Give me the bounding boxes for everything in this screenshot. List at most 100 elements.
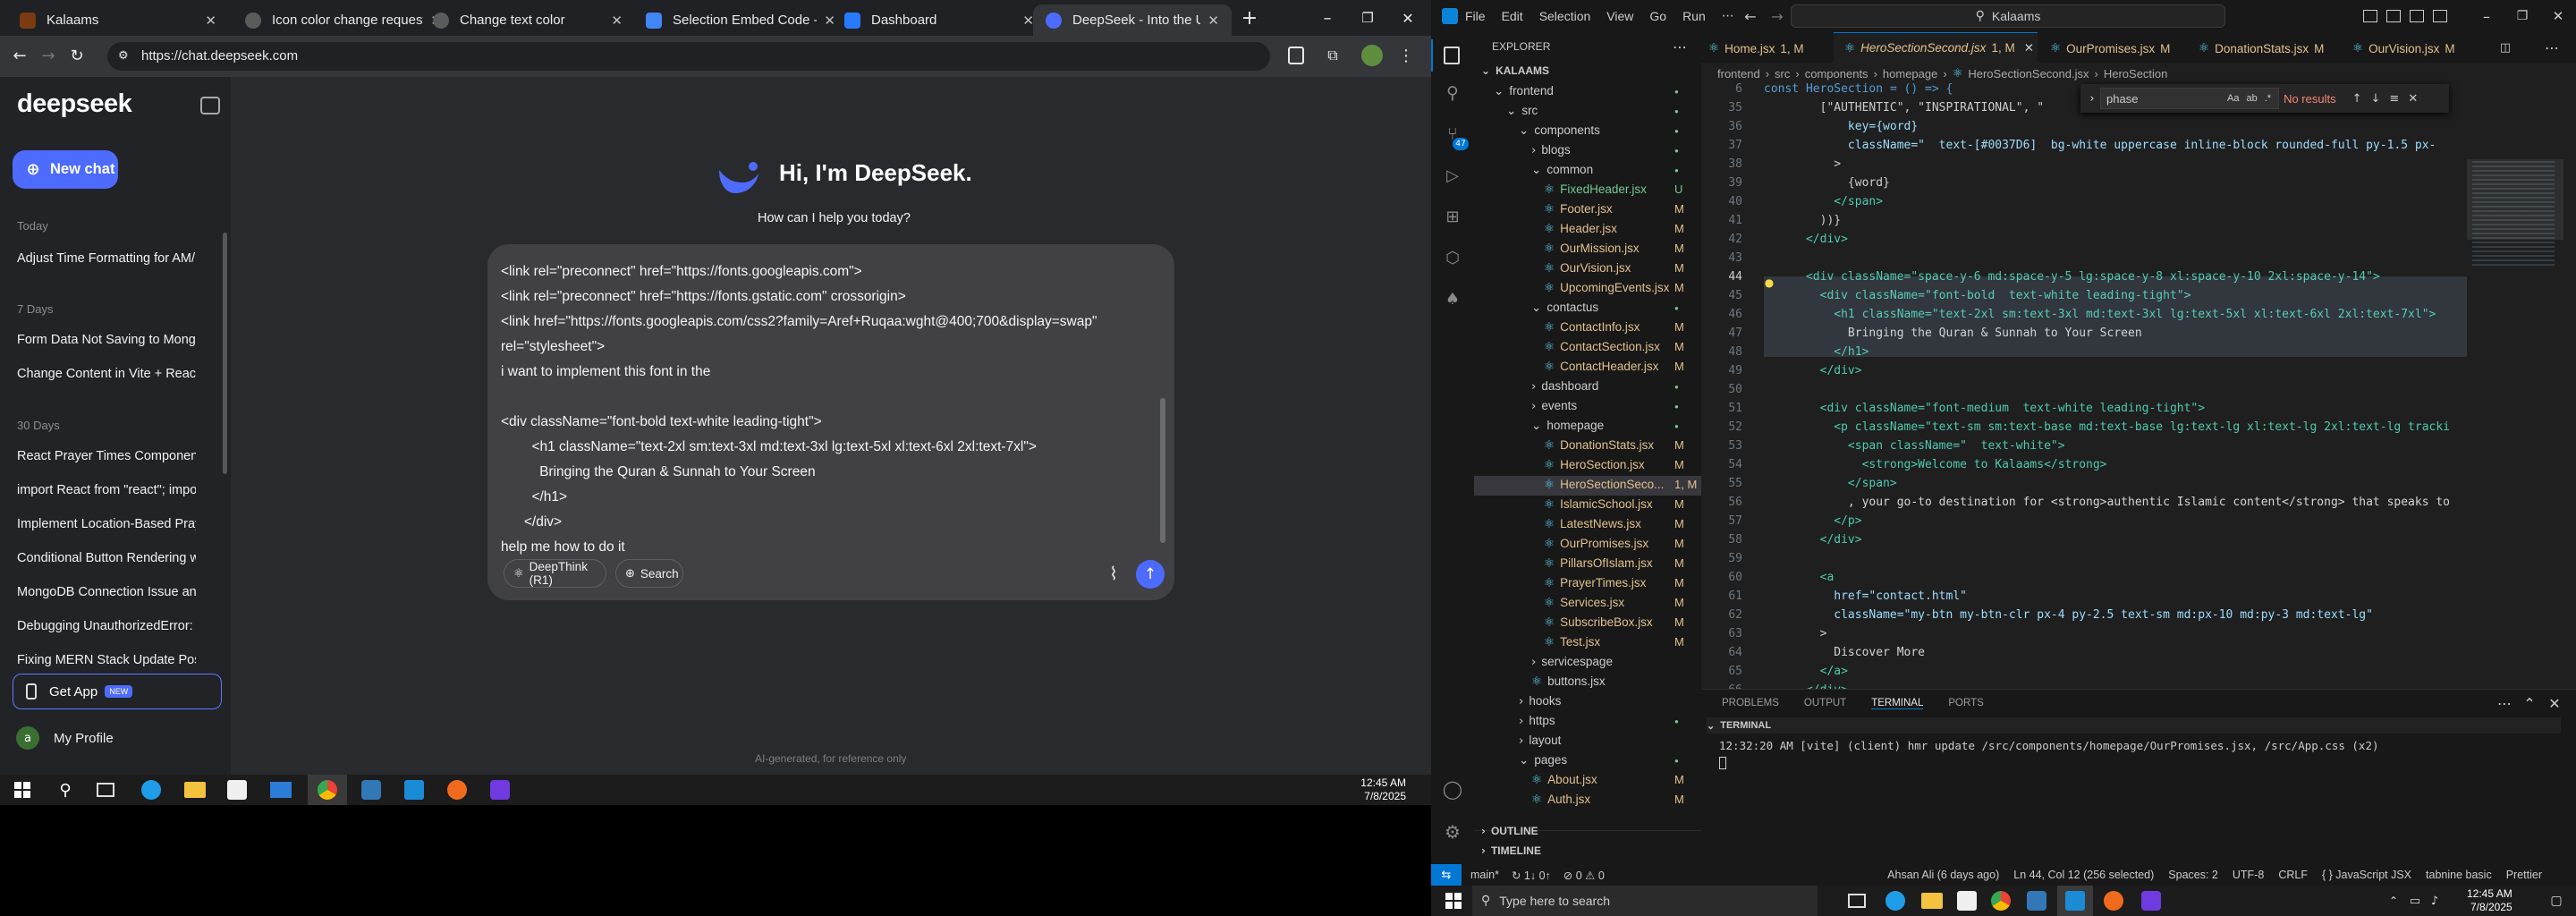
tree-folder[interactable]: ⌄ common	[1531, 163, 1593, 177]
volume-icon[interactable]: ♪	[2426, 891, 2444, 911]
chrome-tab-active[interactable]: DeepSeek - Into the Unknow✕	[1033, 4, 1232, 36]
collapse-sidebar-icon[interactable]	[200, 97, 220, 114]
git-sync[interactable]: ↻ 1↓ 0↑	[1512, 869, 1551, 882]
more-menu-icon[interactable]: ⋮	[1395, 43, 1417, 68]
restore-icon[interactable]: ❐	[2512, 5, 2533, 27]
menu-run[interactable]: Run	[1682, 9, 1706, 23]
menu-edit[interactable]: Edit	[1502, 9, 1523, 23]
code-line[interactable]: {word}	[1764, 176, 2462, 190]
editor-tab-active[interactable]: ⚛ HeroSectionSecond.jsx 1, M ✕	[1834, 32, 2038, 63]
history-item[interactable]: React Prayer Times Component I	[17, 449, 196, 463]
vscode-icon[interactable]	[404, 780, 424, 800]
tree-file[interactable]: ⚛ Footer.jsx	[1544, 202, 1613, 216]
minimize-icon[interactable]: –	[2476, 5, 2497, 27]
store-icon[interactable]	[1957, 891, 1977, 911]
profile-avatar[interactable]	[1361, 45, 1383, 66]
tree-file[interactable]: ⚛ PillarsOfIslam.jsx	[1544, 556, 1653, 571]
close-icon[interactable]: ✕	[205, 13, 216, 29]
close-icon[interactable]: ✕	[2024, 41, 2034, 55]
tree-folder[interactable]: ⌄ frontend	[1494, 84, 1554, 98]
store-icon[interactable]	[227, 780, 247, 800]
editor-tab[interactable]: ⚛ OurVision.jsx M	[2352, 36, 2455, 61]
cursor-position[interactable]: Ln 44, Col 12 (256 selected)	[2013, 869, 2154, 881]
tree-folder[interactable]: › https	[1519, 714, 1555, 728]
code-line[interactable]: </span>	[1764, 195, 2462, 208]
prettier-status[interactable]: Prettier	[2506, 869, 2542, 881]
menu-view[interactable]: View	[1606, 9, 1633, 23]
editor-tab[interactable]: ⚛ Home.jsx 1, M	[1708, 36, 1804, 61]
tree-file[interactable]: ⚛ OurVision.jsx	[1544, 261, 1631, 276]
history-item[interactable]: import React from "react"; impor	[17, 483, 196, 497]
new-chat-button[interactable]: ⊕ New chat	[13, 150, 118, 189]
previous-match-icon[interactable]: ↑	[2352, 92, 2362, 106]
task-view-icon[interactable]	[97, 783, 114, 797]
reading-list-icon[interactable]	[1288, 47, 1304, 64]
input-scrollbar[interactable]	[1160, 398, 1165, 543]
history-item[interactable]: Form Data Not Saving to Monge	[17, 333, 196, 347]
tree-file[interactable]: ⚛ ContactHeader.jsx	[1544, 360, 1658, 374]
history-item[interactable]: Implement Location-Based Praye	[17, 517, 196, 531]
restore-icon[interactable]: ❐	[1355, 5, 1380, 30]
remote-indicator-icon[interactable]: ⇆	[1431, 864, 1462, 886]
history-item[interactable]: Fixing MERN Stack Update Post	[17, 653, 196, 667]
panel-tab-ports[interactable]: PORTS	[1948, 698, 1983, 708]
show-hidden-icons-icon[interactable]: ⌃	[2385, 891, 2402, 911]
chrome-tab[interactable]: Kalaams ✕	[7, 4, 229, 36]
get-app-button[interactable]: Get App NEW	[13, 674, 222, 709]
code-line[interactable]: </div>	[1764, 233, 2462, 246]
whole-word-icon[interactable]: ab	[2246, 93, 2257, 104]
code-line[interactable]: href="contact.html"	[1764, 589, 2462, 603]
windows-start-icon[interactable]	[1445, 893, 1462, 909]
chrome-icon[interactable]	[1991, 891, 2011, 911]
minimap[interactable]	[2467, 81, 2563, 698]
remote-explorer-icon[interactable]: ⬡	[1442, 247, 1463, 268]
code-line[interactable]: <a	[1764, 571, 2462, 584]
chevron-down-icon[interactable]: ⌄	[1707, 720, 1715, 732]
explorer-icon[interactable]	[1444, 47, 1460, 64]
task-view-icon[interactable]	[1848, 894, 1866, 908]
run-debug-icon[interactable]: ▷	[1442, 165, 1463, 186]
mongodb-icon[interactable]: ♠	[1442, 288, 1463, 310]
editor-tab[interactable]: ⚛ OurPromises.jsx M	[2050, 36, 2170, 61]
app-icon[interactable]	[2027, 891, 2046, 911]
tree-file[interactable]: ⚛ Test.jsx	[1544, 635, 1600, 649]
code-line[interactable]: >	[1764, 627, 2462, 640]
panel-tab-terminal[interactable]: TERMINAL	[1871, 698, 1924, 709]
nav-back-icon[interactable]: ←	[1740, 5, 1761, 27]
tree-file[interactable]: ⚛ About.jsx	[1531, 773, 1597, 787]
code-line[interactable]: </a>	[1764, 665, 2462, 678]
code-line[interactable]: </div>	[1764, 533, 2462, 547]
tree-file[interactable]: ⚛ HeroSection.jsx	[1544, 458, 1645, 472]
new-tab-plus-icon[interactable]: +	[1239, 7, 1260, 30]
regex-icon[interactable]: .*	[2265, 93, 2271, 104]
maximize-panel-icon[interactable]: ⌃	[2521, 694, 2538, 712]
edge-icon[interactable]	[141, 780, 161, 800]
tree-file[interactable]: ⚛ Services.jsx	[1544, 596, 1624, 610]
indentation[interactable]: Spaces: 2	[2168, 869, 2218, 881]
command-center[interactable]: ⚲ Kalaams	[1791, 4, 2225, 28]
language-mode[interactable]: { } JavaScript JSX	[2322, 869, 2411, 881]
windows-start-icon[interactable]	[14, 782, 30, 798]
tree-folder[interactable]: › events	[1531, 399, 1577, 413]
extensions-icon[interactable]: ⧉	[1320, 43, 1345, 68]
vscode-icon[interactable]	[2065, 891, 2085, 911]
find-in-selection-icon[interactable]: ≡	[2389, 92, 2399, 106]
minimize-icon[interactable]: –	[1315, 5, 1340, 30]
minimap-slider[interactable]	[2467, 159, 2563, 240]
code-line[interactable]: >	[1764, 157, 2462, 171]
tree-folder[interactable]: › servicespage	[1531, 655, 1613, 669]
close-window-icon[interactable]: ✕	[1395, 5, 1420, 30]
more-actions-icon[interactable]: ⋯	[2542, 38, 2562, 57]
history-item[interactable]: Change Content in Vite + React	[17, 367, 196, 381]
code-line[interactable]: <span className=" text-white">	[1764, 439, 2462, 453]
lightbulb-icon[interactable]: ●	[1762, 276, 1776, 290]
code-line[interactable]: Discover More	[1764, 646, 2462, 659]
app-icon[interactable]	[361, 780, 381, 800]
back-icon[interactable]: ←	[7, 43, 32, 68]
tree-file[interactable]: ⚛ DonationStats.jsx	[1544, 438, 1654, 453]
firefox-icon[interactable]	[2104, 891, 2123, 911]
chrome-tab[interactable]: Dashboard ✕	[832, 4, 1046, 36]
timeline-section[interactable]: › TIMELINE	[1481, 844, 1541, 857]
history-item[interactable]: Adjust Time Formatting for AM/	[17, 251, 196, 266]
extensions-icon[interactable]: ⊞	[1442, 206, 1463, 227]
